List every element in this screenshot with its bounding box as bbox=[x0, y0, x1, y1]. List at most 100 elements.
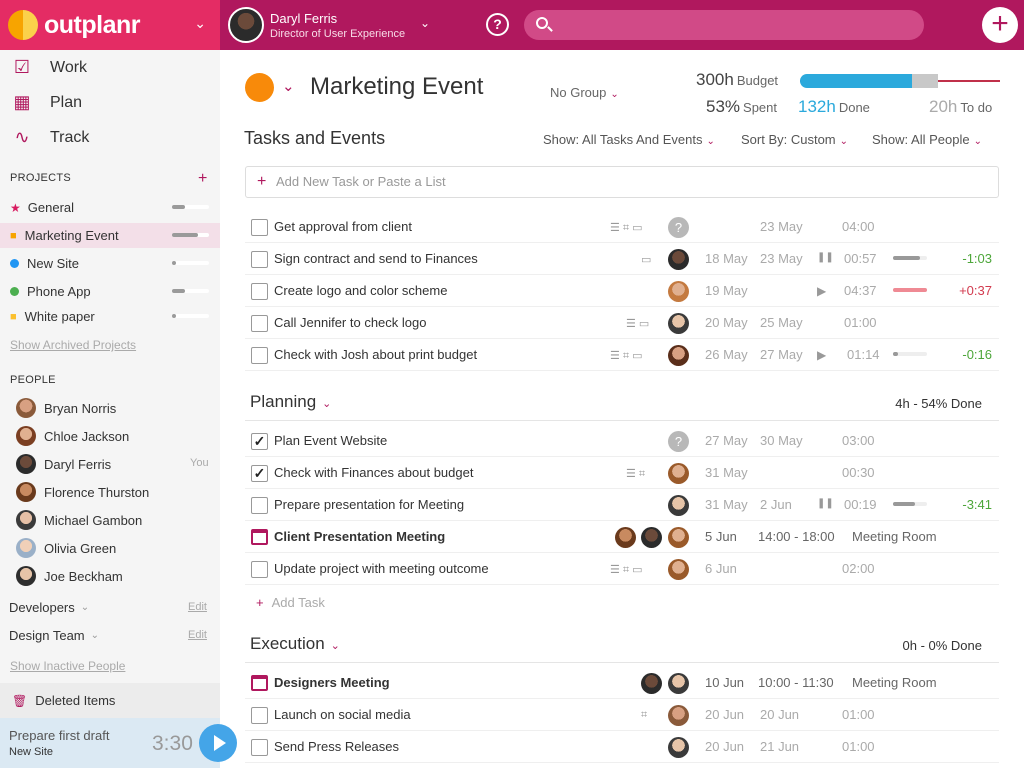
sidebar-project-white-paper[interactable]: ■ White paper bbox=[0, 304, 220, 329]
task-checkbox[interactable] bbox=[251, 497, 268, 514]
team-name: Developers bbox=[9, 600, 75, 615]
pause-icon[interactable]: ❚❚ bbox=[817, 252, 834, 263]
avatar bbox=[668, 249, 689, 270]
task-row[interactable]: Launch on social media ⌗ 20 Jun 20 Jun 0… bbox=[245, 699, 999, 731]
section-execution[interactable]: Execution ⌄ bbox=[250, 634, 340, 654]
sidebar-person[interactable]: Daryl Ferris bbox=[16, 454, 111, 474]
project-progress-fill bbox=[172, 261, 176, 265]
task-end-date: 20 Jun bbox=[760, 707, 800, 722]
pause-icon[interactable]: ❚❚ bbox=[817, 498, 834, 509]
task-row[interactable]: ✓ Plan Event Website ? 27 May 30 May 03:… bbox=[245, 425, 999, 457]
task-checkbox[interactable] bbox=[251, 283, 268, 300]
task-progress-fill bbox=[893, 502, 916, 506]
add-project-icon[interactable]: + bbox=[198, 170, 207, 188]
sidebar-person[interactable]: Chloe Jackson bbox=[16, 426, 129, 446]
person-name: Olivia Green bbox=[44, 540, 117, 556]
done-fill bbox=[800, 74, 912, 88]
section-planning[interactable]: Planning ⌄ bbox=[250, 392, 331, 412]
task-checkbox[interactable] bbox=[251, 251, 268, 268]
play-icon[interactable]: ▶ bbox=[817, 284, 826, 298]
task-name: Create logo and color scheme bbox=[274, 283, 448, 298]
group-label: No Group bbox=[550, 85, 607, 100]
task-duration: 01:14 bbox=[847, 347, 880, 362]
play-icon[interactable]: ▶ bbox=[817, 348, 826, 362]
task-checkbox[interactable] bbox=[251, 219, 268, 236]
task-checkbox[interactable] bbox=[251, 739, 268, 756]
group-dropdown[interactable]: No Group ⌄ bbox=[550, 85, 619, 100]
user-chevron-down-icon[interactable]: ⌄ bbox=[420, 16, 430, 30]
sidebar-person[interactable]: Florence Thurston bbox=[16, 482, 149, 502]
brand-menu[interactable]: outplanr ⌄ bbox=[0, 0, 220, 50]
sidebar-person[interactable]: Olivia Green bbox=[16, 538, 116, 558]
sidebar-person[interactable]: Michael Gambon bbox=[16, 510, 142, 530]
avatar-unknown-icon: ? bbox=[668, 217, 689, 238]
avatar bbox=[668, 313, 689, 334]
search-input[interactable] bbox=[524, 10, 924, 40]
deleted-items[interactable]: 🗑 Deleted Items bbox=[0, 683, 220, 718]
team-design-team[interactable]: Design Team ⌄ bbox=[9, 628, 99, 643]
task-checkbox[interactable] bbox=[251, 707, 268, 724]
task-checkbox-checked[interactable]: ✓ bbox=[251, 433, 268, 450]
sidebar-person[interactable]: Joe Beckham bbox=[16, 566, 123, 586]
section-divider bbox=[245, 662, 999, 663]
show-filter-dropdown[interactable]: Show: All Tasks And Events ⌄ bbox=[543, 132, 715, 147]
show-archived-link[interactable]: Show Archived Projects bbox=[10, 338, 136, 352]
task-checkbox[interactable] bbox=[251, 315, 268, 332]
plus-icon: + bbox=[256, 595, 264, 610]
task-duration: 04:00 bbox=[842, 219, 875, 234]
show-inactive-link[interactable]: Show Inactive People bbox=[10, 659, 125, 673]
task-name: Send Press Releases bbox=[274, 739, 400, 754]
user-name: Daryl Ferris bbox=[270, 10, 338, 26]
task-row[interactable]: Call Jennifer to check logo ☰ ▭ 20 May 2… bbox=[245, 307, 999, 339]
user-menu[interactable]: Daryl Ferris Director of User Experience bbox=[228, 7, 405, 43]
project-name: New Site bbox=[27, 256, 80, 271]
avatar-unknown-icon: ? bbox=[668, 431, 689, 452]
task-checkbox[interactable] bbox=[251, 561, 268, 578]
task-start-date: 19 May bbox=[705, 283, 748, 298]
add-task-button[interactable]: + Add Task bbox=[256, 595, 325, 610]
task-row[interactable]: Check with Josh about print budget ☰ ⌗ ▭… bbox=[245, 339, 999, 371]
chevron-down-icon[interactable]: ⌄ bbox=[194, 15, 206, 32]
sidebar-project-general[interactable]: ★ General bbox=[0, 195, 220, 220]
timer-task: Prepare first draft bbox=[9, 728, 110, 743]
projects-heading: PROJECTS bbox=[10, 172, 72, 184]
event-row[interactable]: Client Presentation Meeting 5 Jun 14:00 … bbox=[245, 521, 999, 553]
add-button[interactable]: + bbox=[982, 7, 1018, 43]
project-color-icon[interactable] bbox=[245, 73, 274, 102]
sidebar-person[interactable]: Bryan Norris bbox=[16, 398, 116, 418]
help-icon[interactable]: ? bbox=[486, 13, 509, 36]
deleted-label: Deleted Items bbox=[35, 693, 116, 708]
sidebar-project-marketing-event[interactable]: ■ Marketing Event bbox=[0, 223, 220, 248]
nav-track[interactable]: ∿ Track bbox=[10, 127, 89, 148]
task-name: Sign contract and send to Finances bbox=[274, 251, 478, 266]
edit-team-link[interactable]: Edit bbox=[188, 629, 207, 641]
task-row[interactable]: Get approval from client ☰ ⌗ ▭ ? 23 May … bbox=[245, 211, 999, 243]
event-row[interactable]: Designers Meeting 10 Jun 10:00 - 11:30 M… bbox=[245, 667, 999, 699]
task-duration: 03:00 bbox=[842, 433, 875, 448]
edit-team-link[interactable]: Edit bbox=[188, 601, 207, 613]
you-label: You bbox=[190, 457, 209, 469]
task-time-diff: -3:41 bbox=[962, 497, 992, 512]
nav-plan[interactable]: ▦ Plan bbox=[10, 92, 82, 113]
task-row[interactable]: Prepare presentation for Meeting 31 May … bbox=[245, 489, 999, 521]
task-checkbox[interactable] bbox=[251, 347, 268, 364]
task-name: Update project with meeting outcome bbox=[274, 561, 489, 576]
people-filter-dropdown[interactable]: Show: All People ⌄ bbox=[872, 132, 982, 147]
chevron-down-icon: ⌄ bbox=[90, 630, 100, 641]
chevron-down-icon[interactable]: ⌄ bbox=[282, 77, 295, 95]
add-task-input[interactable]: Add New Task or Paste a List bbox=[245, 166, 999, 198]
project-name: White paper bbox=[24, 309, 95, 324]
team-developers[interactable]: Developers ⌄ bbox=[9, 600, 89, 615]
task-row[interactable]: Update project with meeting outcome ☰ ⌗ … bbox=[245, 553, 999, 585]
sidebar-project-phone-app[interactable]: Phone App bbox=[0, 279, 220, 304]
lock-icon: ■ bbox=[10, 310, 17, 323]
nav-work[interactable]: ☑ Work bbox=[10, 57, 87, 78]
sort-dropdown[interactable]: Sort By: Custom ⌄ bbox=[741, 132, 848, 147]
sidebar-project-new-site[interactable]: New Site bbox=[0, 251, 220, 276]
task-row[interactable]: Sign contract and send to Finances ▭ 18 … bbox=[245, 243, 999, 275]
task-row[interactable]: ✓ Check with Finances about budget ☰ ⌗ 3… bbox=[245, 457, 999, 489]
task-row[interactable]: Create logo and color scheme 19 May ▶ 04… bbox=[245, 275, 999, 307]
task-row[interactable]: Send Press Releases 20 Jun 21 Jun 01:00 bbox=[245, 731, 999, 763]
task-checkbox-checked[interactable]: ✓ bbox=[251, 465, 268, 482]
avatar bbox=[615, 527, 636, 548]
